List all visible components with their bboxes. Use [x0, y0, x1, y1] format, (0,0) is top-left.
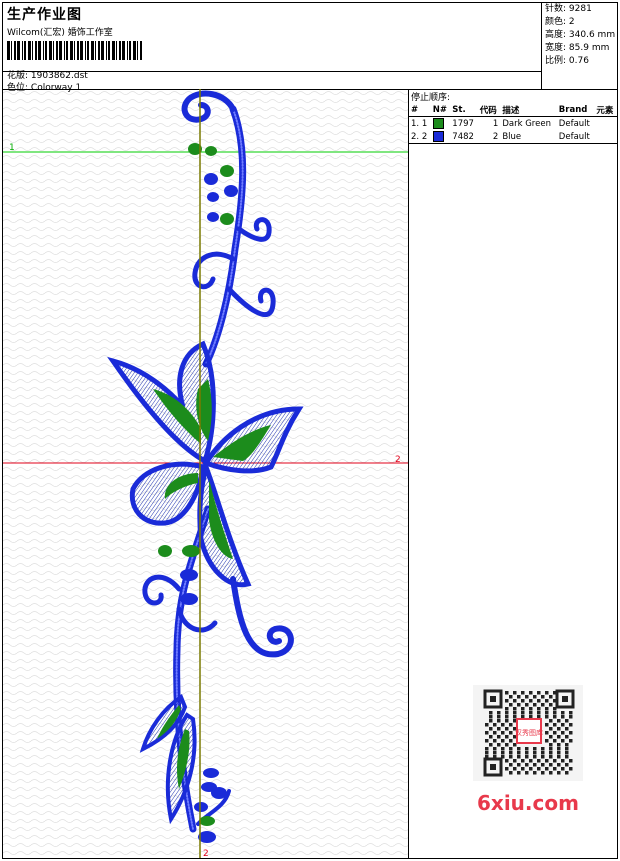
header-divider [3, 71, 541, 72]
studio-subtitle: Wilcom(汇宏) 婚饰工作室 [7, 28, 113, 38]
table-header: # N# St. 代码 描述 Brand 元素 [409, 104, 617, 117]
stop-sequence-title: 停止顺序: [411, 93, 451, 103]
pattern-value: 1903862.dst [30, 71, 88, 81]
col-n: N# [430, 104, 451, 117]
header: 生产作业图 Wilcom(汇宏) 婚饰工作室 花版: 1903862.dst 色… [3, 3, 618, 93]
table-row: 2. 2 7482 2 Blue Default [411, 131, 590, 142]
barcode [7, 41, 142, 60]
header-left: 生产作业图 Wilcom(汇宏) 婚饰工作室 花版: 1903862.dst 色… [7, 3, 143, 94]
stop-sequence-table: # N# St. 代码 描述 Brand 元素 1. 1 1797 1 Dark… [409, 104, 617, 143]
production-sheet: 生产作业图 Wilcom(汇宏) 婚饰工作室 花版: 1903862.dst 色… [2, 2, 618, 859]
col-element: 元素 [594, 104, 617, 117]
embroidery-preview: 1 2 2 [3, 89, 408, 858]
stat-scale: 比例: 0.76 [545, 56, 589, 66]
stop-label-1: 1 [9, 143, 15, 153]
stop-label-bottom: 2 [203, 849, 209, 858]
col-code: 代码 [477, 104, 501, 117]
stats-panel: 针数: 9281 颜色: 2 高度: 340.6 mm 宽度: 85.9 mm … [541, 3, 618, 89]
page-title: 生产作业图 [7, 7, 82, 23]
color-swatch-blue [432, 131, 444, 142]
stop-sequence-panel: 停止顺序: # N# St. 代码 描述 Brand 元素 1. 1 1797 [409, 89, 617, 144]
qr-seal: 汉秀图库 [515, 728, 543, 737]
stop-label-2: 2 [395, 455, 401, 465]
stat-stitches: 针数: 9281 [545, 4, 592, 14]
col-desc: 描述 [500, 104, 557, 117]
design-canvas: 1 2 2 [3, 89, 409, 858]
qr-code-watermark: 汉秀图库 [473, 685, 583, 781]
color-swatch-green [432, 118, 444, 129]
pattern-label: 花版: [7, 71, 29, 81]
watermark-logo: 6xiu.com [477, 791, 579, 815]
stat-width: 宽度: 85.9 mm [545, 43, 610, 53]
col-brand: Brand [556, 104, 595, 117]
col-hash: # [409, 104, 431, 117]
table-row: 1. 1 1797 1 Dark Green Default [411, 118, 590, 129]
col-stitches: St. [450, 104, 478, 117]
stat-height: 高度: 340.6 mm [545, 30, 616, 40]
stat-colors: 颜色: 2 [545, 17, 575, 27]
